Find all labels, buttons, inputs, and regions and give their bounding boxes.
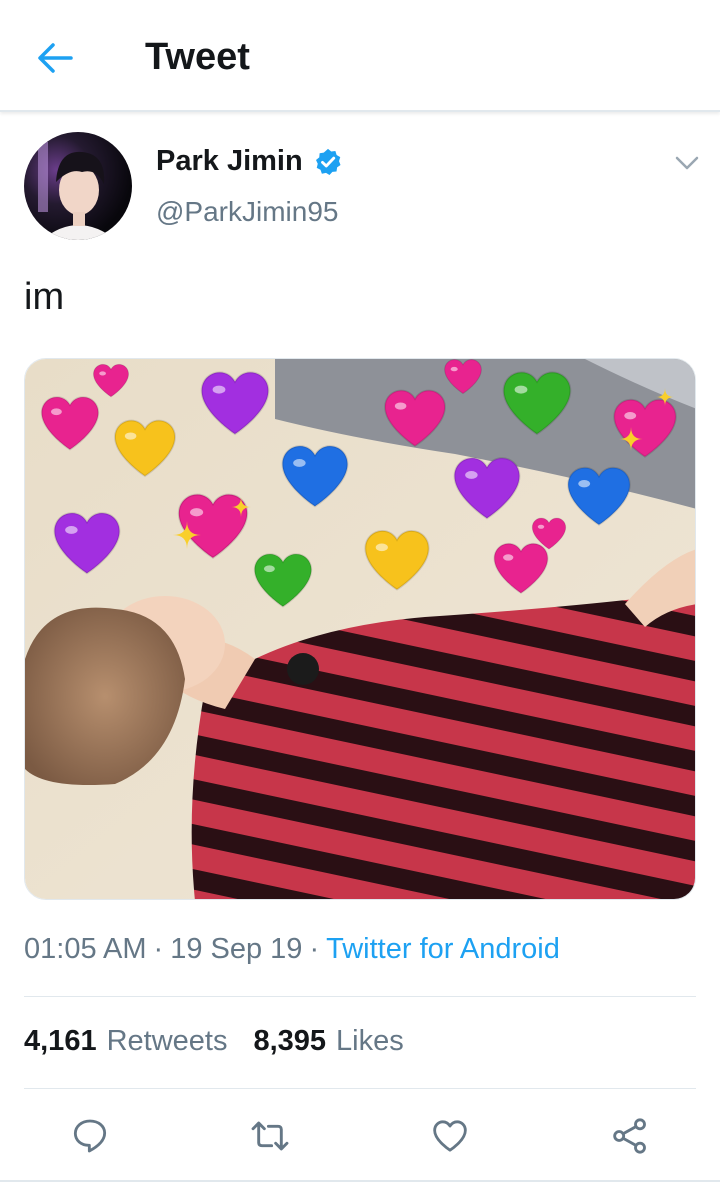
retweets-label[interactable]: Retweets <box>107 1025 228 1058</box>
heart-highlight <box>50 408 62 416</box>
heart-highlight <box>375 543 388 552</box>
heart-highlight <box>537 524 545 529</box>
likes-count[interactable]: 8,395 <box>253 1025 326 1058</box>
heart-highlight <box>465 471 478 479</box>
share-button[interactable] <box>602 1108 658 1164</box>
heart-highlight <box>394 402 407 410</box>
tweet-action-bar <box>0 1108 720 1164</box>
heart-highlight <box>514 385 528 394</box>
heart-highlight <box>578 479 591 488</box>
author-display-name[interactable]: Park Jimin <box>156 145 303 178</box>
divider <box>24 1088 696 1089</box>
heart-highlight <box>503 554 514 561</box>
retweet-icon <box>251 1121 289 1151</box>
tweet-time: 01:05 AM <box>24 933 147 965</box>
top-bar: Tweet <box>0 0 720 112</box>
heart-highlight <box>190 508 204 517</box>
chevron-down-icon <box>675 156 699 170</box>
bottom-divider <box>0 1180 720 1182</box>
reply-button[interactable] <box>62 1108 118 1164</box>
heart-highlight <box>263 565 275 573</box>
heart-highlight <box>124 432 137 440</box>
heart-highlight <box>450 366 458 372</box>
divider <box>24 996 696 997</box>
page-title: Tweet <box>145 36 250 78</box>
meta-separator: · <box>153 933 164 965</box>
tweet-menu-button[interactable] <box>672 150 702 176</box>
likes-label[interactable]: Likes <box>336 1025 404 1058</box>
retweet-button[interactable] <box>242 1108 298 1164</box>
heart-highlight <box>624 411 637 420</box>
heart-highlight <box>99 371 106 376</box>
like-button[interactable] <box>422 1108 478 1164</box>
retweets-count[interactable]: 4,161 <box>24 1025 97 1058</box>
tweet-text: im <box>24 276 65 318</box>
avatar[interactable] <box>24 132 132 240</box>
verified-badge-icon <box>315 148 341 175</box>
author-name-row[interactable]: Park Jimin <box>156 145 343 178</box>
tweet-stats: 4,161 Retweets 8,395 Likes <box>24 1025 404 1058</box>
reply-icon <box>73 1119 107 1153</box>
tweet-media-image[interactable] <box>24 358 696 900</box>
heart-highlight <box>65 526 78 534</box>
heart-highlight <box>212 385 226 394</box>
heart-highlight <box>293 459 306 467</box>
author-handle[interactable]: @ParkJimin95 <box>156 196 338 228</box>
share-icon <box>613 1118 646 1154</box>
tweet-meta: 01:05 AM · 19 Sep 19 · Twitter for Andro… <box>24 933 560 966</box>
tweet-date: 19 Sep 19 <box>170 933 303 965</box>
meta-separator: · <box>309 933 320 965</box>
back-button[interactable] <box>30 36 80 80</box>
like-icon <box>433 1120 467 1152</box>
tweet-source-link[interactable]: Twitter for Android <box>326 933 560 966</box>
arrow-left-icon <box>38 43 73 73</box>
